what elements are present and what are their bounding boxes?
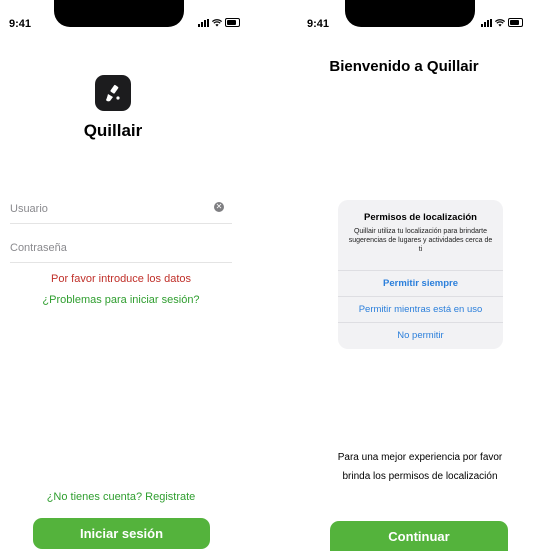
allow-while-using-button[interactable]: Permitir mientras está en uso bbox=[338, 296, 503, 321]
login-button[interactable]: Iniciar sesión bbox=[33, 518, 210, 549]
wifi-icon bbox=[495, 18, 505, 26]
deny-button[interactable]: No permitir bbox=[338, 322, 503, 347]
status-time: 9:41 bbox=[307, 18, 330, 30]
status-icons bbox=[481, 18, 523, 27]
continue-button[interactable]: Continuar bbox=[330, 521, 508, 551]
status-bar: 9:41 bbox=[0, 0, 260, 40]
clear-icon[interactable]: ✕ bbox=[214, 202, 224, 212]
allow-always-button[interactable]: Permitir siempre bbox=[338, 270, 503, 295]
error-message: Por favor introduce los datos bbox=[50, 273, 192, 285]
password-field-container bbox=[10, 238, 232, 263]
permissions-screen: 9:41 Bienvenido a Quillair Permisos de l… bbox=[275, 0, 535, 551]
app-name: Quillair bbox=[83, 121, 143, 140]
notch bbox=[54, 0, 184, 27]
alert-message: Quillair utiliza tu localización para br… bbox=[348, 228, 493, 253]
battery-icon bbox=[508, 18, 523, 27]
username-input[interactable] bbox=[10, 199, 200, 219]
signal-icon bbox=[198, 18, 209, 27]
status-time: 9:41 bbox=[9, 18, 32, 30]
welcome-title: Bienvenido a Quillair bbox=[329, 58, 479, 75]
battery-icon bbox=[225, 18, 240, 27]
permissions-info-text: Para una mejor experiencia por favor bri… bbox=[337, 452, 503, 482]
signal-icon bbox=[481, 18, 492, 27]
app-logo bbox=[95, 75, 131, 111]
brush-icon bbox=[106, 84, 120, 102]
location-permission-alert: Permisos de localización Quillair utiliz… bbox=[338, 200, 503, 349]
username-field-container: ✕ bbox=[10, 199, 232, 224]
alert-title: Permisos de localización bbox=[364, 212, 477, 223]
register-link[interactable]: ¿No tienes cuenta? Registrate bbox=[0, 491, 242, 503]
login-screen: 9:41 Quillair ✕ Por favor introduce los … bbox=[0, 0, 260, 551]
status-bar: 9:41 bbox=[275, 0, 535, 40]
trouble-signin-link[interactable]: ¿Problemas para iniciar sesión? bbox=[0, 294, 242, 306]
wifi-icon bbox=[212, 18, 222, 26]
status-icons bbox=[198, 18, 240, 27]
notch bbox=[345, 0, 475, 27]
password-input[interactable] bbox=[10, 238, 200, 258]
